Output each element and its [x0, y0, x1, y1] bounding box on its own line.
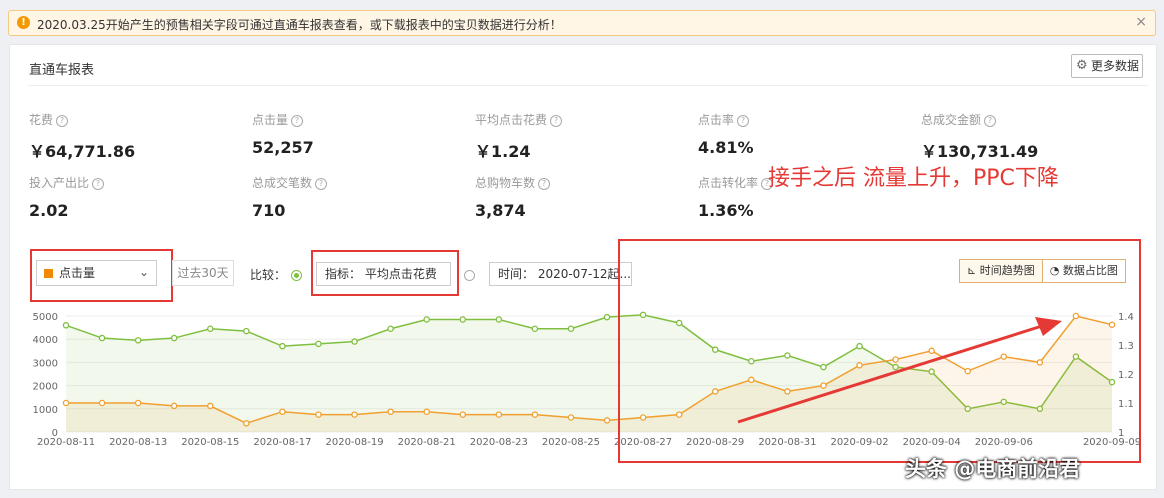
data-point [170, 334, 178, 342]
data-point [567, 325, 575, 333]
x-tick-label: 2020-08-11 [37, 437, 95, 448]
data-point [243, 420, 250, 427]
data-point [387, 408, 394, 415]
notice-text: 2020.03.25开始产生的预售相关字段可通过直通车报表查看，或下载报表中的宝… [37, 18, 562, 32]
data-point [567, 414, 575, 421]
x-tick-label: 2020-08-19 [325, 437, 383, 448]
data-point [315, 411, 322, 418]
data-point [315, 340, 322, 348]
x-tick-label: 2020-08-23 [470, 437, 528, 448]
data-point [62, 399, 70, 407]
data-point [98, 399, 106, 407]
data-point [279, 408, 286, 415]
data-point [459, 411, 467, 418]
annotation-text: 接手之后 流量上升，PPC下降 [768, 166, 1059, 191]
data-point [531, 325, 539, 333]
data-point [62, 322, 70, 329]
data-point [495, 411, 503, 418]
data-point [170, 402, 178, 410]
watermark: 头条 @电商前沿君 [905, 457, 1081, 481]
y-tick-label-left: 2000 [33, 382, 58, 393]
y-tick-label-left: 1000 [33, 405, 58, 416]
data-point [423, 316, 430, 323]
data-point [134, 337, 142, 344]
notice-bar: ! 2020.03.25开始产生的预售相关字段可通过直通车报表查看，或下载报表中… [8, 10, 1156, 36]
highlight-box-chart [618, 239, 1141, 463]
data-point [603, 417, 611, 424]
x-tick-label: 2020-08-15 [181, 437, 239, 448]
data-point [459, 316, 467, 323]
data-point [243, 327, 250, 335]
x-tick-label: 2020-08-21 [398, 437, 456, 448]
data-point [495, 316, 503, 323]
data-point [134, 399, 142, 407]
y-tick-label-left: 4000 [33, 335, 58, 346]
report-panel: 直通车报表 ⚙ 更多数据 花费? ￥64,771.86 点击量? 52,257 … [9, 44, 1157, 490]
data-point [387, 325, 394, 333]
data-point [207, 402, 214, 410]
x-tick-label: 2020-08-17 [253, 437, 311, 448]
data-point [423, 408, 430, 415]
close-icon[interactable]: × [1135, 14, 1147, 30]
y-tick-label-left: 5000 [33, 312, 58, 323]
data-point [351, 411, 358, 418]
x-tick-label: 2020-08-25 [542, 437, 600, 448]
data-point [531, 411, 539, 418]
data-point [351, 338, 358, 345]
data-point [98, 334, 106, 342]
data-point [603, 313, 611, 321]
y-tick-label-left: 3000 [33, 358, 58, 369]
data-point [279, 342, 286, 350]
data-point [207, 325, 214, 333]
warning-icon: ! [17, 16, 30, 29]
x-tick-label: 2020-08-13 [109, 437, 167, 448]
